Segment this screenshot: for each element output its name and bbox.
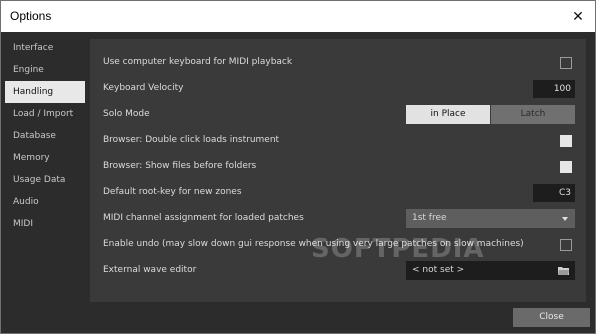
sidebar-item-load-import[interactable]: Load / Import <box>5 103 85 125</box>
softpedia-watermark: SOFTPEDIA <box>311 234 485 264</box>
setting-row-root-key: Default root-key for new zones C3 <box>103 183 575 203</box>
solo-mode-in-place-button[interactable]: in Place <box>406 105 490 124</box>
keyboard-velocity-label: Keyboard Velocity <box>103 83 184 93</box>
solo-mode-latch-button[interactable]: Latch <box>491 105 575 124</box>
computer-keyboard-label: Use computer keyboard for MIDI playback <box>103 57 293 67</box>
solo-mode-toggle: in Place Latch <box>406 105 575 124</box>
setting-row-wave-editor: External wave editor < not set > <box>103 261 575 281</box>
root-key-label: Default root-key for new zones <box>103 187 242 197</box>
browser-files-first-checkbox[interactable] <box>560 161 572 173</box>
browser-double-click-checkbox[interactable] <box>560 135 572 147</box>
solo-mode-label: Solo Mode <box>103 109 150 119</box>
title-bar: Options ✕ <box>1 1 595 32</box>
dropdown-arrow-icon <box>562 217 568 221</box>
wave-editor-value: < not set > <box>412 265 465 275</box>
keyboard-velocity-field[interactable]: 100 <box>533 80 575 98</box>
setting-row-browser-double-click: Browser: Double click loads instrument <box>103 131 575 151</box>
setting-row-solo-mode: Solo Mode in Place Latch <box>103 105 575 125</box>
sidebar-item-engine[interactable]: Engine <box>5 59 85 81</box>
window-title: Options <box>10 9 52 23</box>
wave-editor-label: External wave editor <box>103 265 197 275</box>
setting-row-computer-keyboard: Use computer keyboard for MIDI playback <box>103 53 575 73</box>
midi-channel-value: 1st free <box>412 213 447 223</box>
setting-row-browser-files-first: Browser: Show files before folders <box>103 157 575 177</box>
browser-files-first-label: Browser: Show files before folders <box>103 161 257 171</box>
setting-row-midi-channel: MIDI channel assignment for loaded patch… <box>103 209 575 229</box>
browser-double-click-label: Browser: Double click loads instrument <box>103 135 280 145</box>
sidebar-item-memory[interactable]: Memory <box>5 147 85 169</box>
sidebar-item-handling[interactable]: Handling <box>5 81 85 103</box>
root-key-field[interactable]: C3 <box>533 184 575 202</box>
sidebar-item-usage-data[interactable]: Usage Data <box>5 169 85 191</box>
setting-row-keyboard-velocity: Keyboard Velocity 100 <box>103 79 575 99</box>
sidebar-item-database[interactable]: Database <box>5 125 85 147</box>
midi-channel-dropdown[interactable]: 1st free <box>406 209 575 228</box>
options-sidebar: Interface Engine Handling Load / Import … <box>5 37 85 235</box>
close-button[interactable]: Close <box>513 308 590 327</box>
enable-undo-checkbox[interactable] <box>560 239 572 251</box>
computer-keyboard-checkbox[interactable] <box>560 57 572 69</box>
sidebar-item-interface[interactable]: Interface <box>5 37 85 59</box>
folder-icon[interactable] <box>558 266 569 275</box>
midi-channel-label: MIDI channel assignment for loaded patch… <box>103 213 304 223</box>
options-window: Options ✕ Interface Engine Handling Load… <box>0 0 596 334</box>
sidebar-item-audio[interactable]: Audio <box>5 191 85 213</box>
window-close-icon[interactable]: ✕ <box>567 5 589 27</box>
sidebar-item-midi[interactable]: MIDI <box>5 213 85 235</box>
